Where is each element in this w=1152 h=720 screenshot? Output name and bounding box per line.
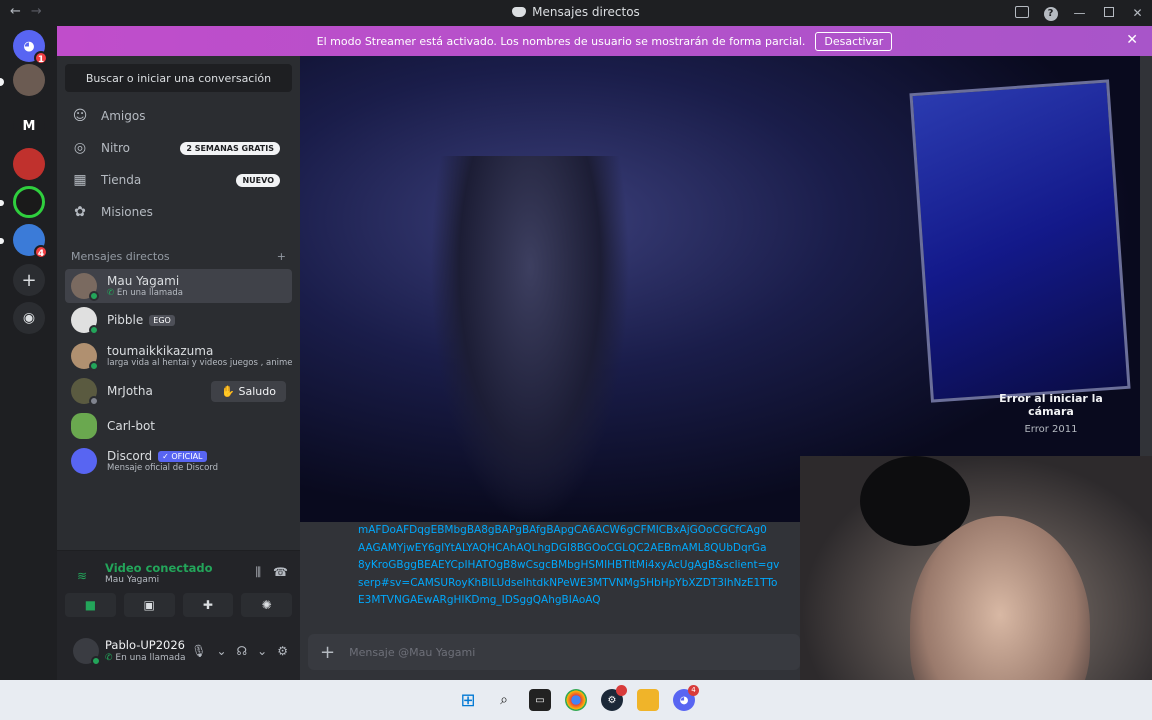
- camera-button[interactable]: ■: [65, 593, 116, 617]
- settings-gear-icon[interactable]: ⚙: [277, 644, 288, 658]
- close-icon[interactable]: ✕: [1126, 32, 1138, 48]
- avatar: [71, 343, 99, 371]
- discord-logo-icon: [71, 448, 97, 474]
- disable-streamer-button[interactable]: Desactivar: [815, 31, 893, 51]
- create-dm-icon[interactable]: +: [277, 250, 286, 263]
- username: Pablo-UP2026: [105, 638, 185, 652]
- window-title: Mensajes directos: [0, 5, 1152, 19]
- dm-section-header: Mensajes directos +: [71, 250, 286, 263]
- dm-item-carl-bot[interactable]: Carl-bot: [65, 409, 292, 443]
- search-icon[interactable]: ⌕: [493, 689, 515, 711]
- avatar: [71, 378, 99, 406]
- add-server-icon[interactable]: +: [13, 264, 45, 296]
- nav-item-nitro[interactable]: ◎ Nitro 2 SEMANAS GRATIS: [65, 133, 292, 163]
- dm-item-toumaikkikazuma[interactable]: toumaikkikazuma larga vida al hentai y vi…: [65, 339, 292, 373]
- unread-pip: [0, 78, 4, 86]
- discord-icon[interactable]: ◕ 4: [673, 685, 699, 711]
- avatar: [71, 307, 99, 335]
- quests-icon: ✿: [74, 204, 86, 220]
- message-input[interactable]: [349, 645, 750, 659]
- server-avatar-3[interactable]: [13, 186, 45, 218]
- discord-home-icon[interactable]: ◕ 1: [13, 30, 48, 65]
- chevron-down-icon[interactable]: ⌄: [216, 644, 226, 658]
- avatar: [71, 273, 99, 301]
- friends-icon: ☺: [72, 108, 88, 124]
- official-badge: ✓ OFICIAL: [158, 450, 207, 462]
- close-window-button[interactable]: ✕: [1123, 6, 1152, 20]
- unread-pip: [0, 238, 4, 244]
- user-panel: Pablo-UP2026 ✆ En una llamada 🎙︎ ⌄ ☊ ⌄ ⚙: [57, 624, 300, 680]
- server-avatar-1[interactable]: [13, 64, 45, 96]
- chrome-icon[interactable]: [565, 689, 587, 711]
- user-status: ✆ En una llamada: [105, 653, 186, 663]
- search-conversation-button[interactable]: Buscar o iniciar una conversación: [65, 64, 292, 92]
- in-call-status: ✆ En una llamada: [107, 288, 183, 298]
- nav-item-shop[interactable]: ▦ Tienda NUEVO: [65, 165, 292, 195]
- wave-button[interactable]: ✋ Saludo: [211, 380, 286, 402]
- dm-item-mau-yagami[interactable]: Mau Yagami ✆ En una llamada: [65, 269, 292, 303]
- soundboard-button[interactable]: ✺: [241, 593, 292, 617]
- new-badge: NUEVO: [236, 173, 280, 187]
- maximize-button[interactable]: [1094, 6, 1123, 20]
- shop-icon: ▦: [73, 172, 87, 188]
- server-m[interactable]: M: [13, 110, 45, 142]
- voice-panel: ≋ Video conectado Mau Yagami ⫼ ☎ ■ ▣ ✚ ✺: [57, 550, 300, 624]
- taskbar: ⊞ ⌕ ▭ ⚙ ◕ 4: [0, 680, 1152, 720]
- guild-tag: EGO: [149, 314, 175, 326]
- server-list: ◕ 1 M 4 + ◉: [0, 26, 57, 680]
- signal-icon: ≋: [77, 569, 88, 583]
- dm-item-mrjotha[interactable]: MrJotha ✋ Saludo: [65, 374, 292, 408]
- camera-error: Error al iniciar la cámara Error 2011: [999, 392, 1103, 435]
- chevron-down-icon[interactable]: ⌄: [257, 644, 267, 658]
- file-explorer-icon[interactable]: ▭: [529, 689, 551, 711]
- title-bar: ← → Mensajes directos ? — ✕: [0, 0, 1152, 26]
- voice-status[interactable]: Video conectado: [105, 561, 213, 575]
- dm-item-discord[interactable]: Discord ✓ OFICIAL Mensaje oficial de Disco…: [65, 444, 292, 478]
- add-attachment-icon[interactable]: +: [320, 642, 335, 663]
- background-poster: [909, 79, 1131, 403]
- avatar: [71, 413, 97, 439]
- video-person: [430, 156, 630, 522]
- dm-sidebar: Buscar o iniciar una conversación ☺ Amig…: [57, 56, 300, 680]
- trial-badge: 2 SEMANAS GRATIS: [180, 141, 280, 155]
- minimize-button[interactable]: —: [1065, 6, 1094, 20]
- nav-item-quests[interactable]: ✿ Misiones: [65, 197, 292, 227]
- headphones-icon[interactable]: ☊: [237, 644, 248, 658]
- windows-start-icon[interactable]: ⊞: [457, 689, 479, 711]
- screen-share-button[interactable]: ▣: [123, 593, 175, 617]
- window-controls: ? — ✕: [1007, 0, 1152, 26]
- steam-icon[interactable]: ⚙: [601, 685, 627, 711]
- streamer-mode-banner: El modo Streamer está activado. Los nomb…: [57, 26, 1152, 56]
- disconnect-icon[interactable]: ☎: [273, 565, 288, 580]
- wave-icon: ✋: [221, 384, 239, 398]
- help-icon[interactable]: ?: [1036, 5, 1065, 21]
- microphone-icon[interactable]: 🎙︎: [191, 644, 206, 658]
- folder-icon[interactable]: [637, 689, 659, 711]
- message-composer: +: [308, 634, 800, 670]
- dm-item-pibble[interactable]: Pibble EGO: [65, 303, 292, 337]
- avatar[interactable]: [73, 638, 101, 666]
- remote-video-feed[interactable]: Error al iniciar la cámara Error 2011: [300, 56, 1140, 522]
- voice-channel: Mau Yagami: [105, 575, 160, 585]
- unread-pip: [0, 200, 4, 206]
- server-avatar-2[interactable]: [13, 148, 45, 180]
- discord-logo-icon: [512, 7, 527, 17]
- nitro-icon: ◎: [73, 140, 87, 156]
- nav-item-friends[interactable]: ☺ Amigos: [65, 101, 292, 131]
- activities-button[interactable]: ✚: [182, 593, 234, 617]
- noise-suppression-icon[interactable]: ⫼: [256, 565, 262, 580]
- server-avatar-4[interactable]: 4: [13, 224, 48, 259]
- explore-icon[interactable]: ◉: [13, 302, 45, 334]
- inbox-icon[interactable]: [1007, 5, 1036, 21]
- message-link[interactable]: mAFDoAFDqgEBMbgBA8gBAPgBAfgBApgCA6ACW6gC…: [358, 522, 802, 610]
